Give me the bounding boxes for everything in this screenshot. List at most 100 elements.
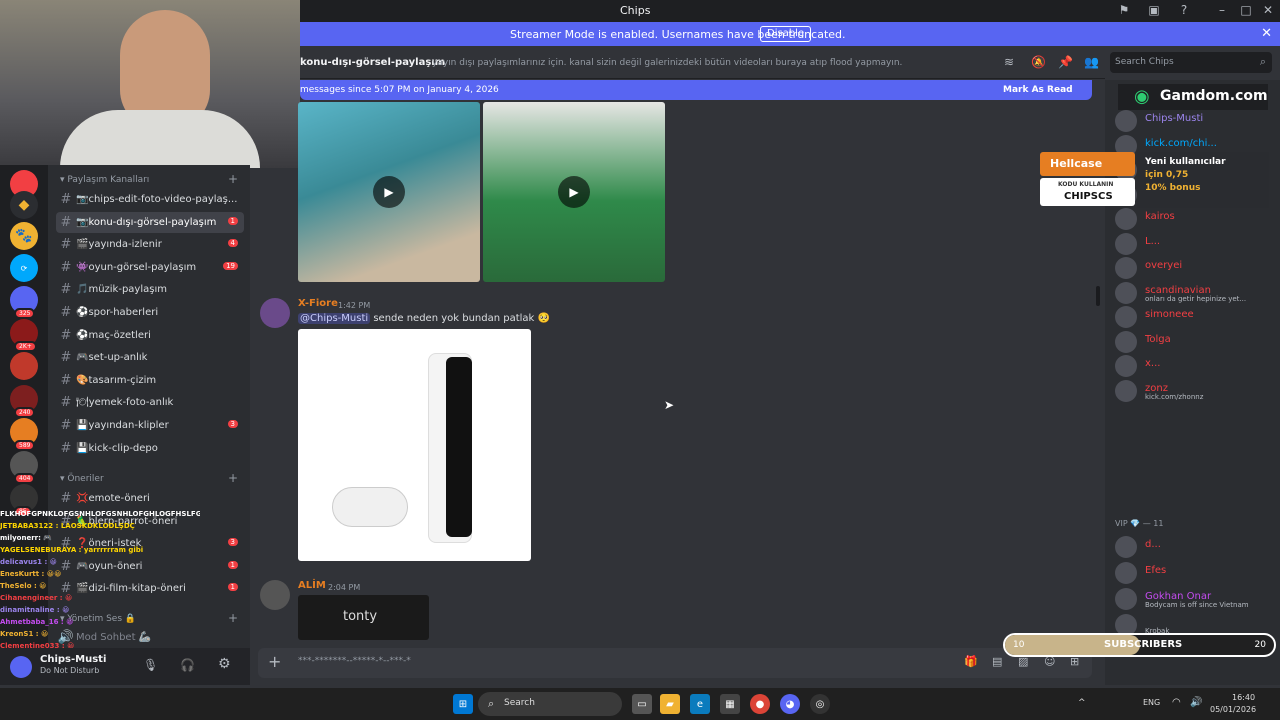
app-icon[interactable]: ◎ [810, 694, 830, 714]
chrome-icon[interactable]: ● [750, 694, 770, 714]
tray-chevron-icon[interactable]: ^ [1078, 698, 1086, 708]
server-icon[interactable]: 240 [10, 385, 38, 418]
headphones-icon[interactable]: 🎧 [180, 658, 195, 672]
search-input[interactable]: Search Chips ⌕ [1110, 52, 1272, 73]
add-channel-icon[interactable]: + [228, 611, 238, 625]
pin-icon[interactable]: 📌 [1058, 55, 1073, 69]
channel-item[interactable]: # 👾oyun-görsel-paylaşım 19 [56, 257, 244, 278]
message-input[interactable]: ***-*******--*****-*--***-* [298, 656, 411, 666]
hash-icon: # [60, 395, 72, 411]
screen-icon[interactable]: ▣ [1146, 3, 1162, 17]
add-channel-icon[interactable]: + [228, 172, 238, 186]
category-paylasim[interactable]: ▾ Paylaşım Kanalları [60, 175, 149, 185]
minimize-icon[interactable]: – [1214, 3, 1230, 17]
user-mention[interactable]: @Chips-Musti [298, 313, 371, 324]
hellcase-code-box: KODU KULLANIN CHIPSCS [1040, 178, 1135, 206]
channel-item[interactable]: # 💾yayından-klipler 3 [56, 415, 244, 436]
channel-item[interactable]: # 💢emote-öneri [56, 488, 244, 509]
server-icon[interactable]: ⟳ [10, 254, 38, 282]
clock-time[interactable]: 16:40 [1232, 693, 1255, 702]
edge-icon[interactable]: e [690, 694, 710, 714]
play-icon[interactable]: ▶ [558, 176, 590, 208]
server-icon[interactable]: 589 [10, 418, 38, 451]
scrollbar[interactable] [1096, 286, 1100, 306]
server-icon[interactable]: 🐾 [10, 222, 38, 250]
server-icon[interactable]: 325 [10, 286, 38, 319]
channel-item[interactable]: # ⚽maç-özetleri [56, 325, 244, 346]
volume-icon[interactable]: 🔊 [1190, 697, 1202, 708]
clock-date[interactable]: 05/01/2026 [1210, 705, 1256, 714]
unread-badge: 4 [227, 239, 238, 248]
gamdom-ad: ◉ Gamdom.com [1118, 84, 1268, 110]
maximize-icon[interactable]: □ [1238, 3, 1254, 17]
mic-icon[interactable]: 🎙 [143, 658, 158, 672]
member-item[interactable]: Efes [1115, 562, 1280, 586]
notifications-icon[interactable]: 🔕 [1031, 55, 1046, 69]
member-item[interactable]: Gokhan Onar Bodycam is off since Vietnam [1115, 588, 1280, 612]
member-item[interactable]: x... [1115, 355, 1280, 379]
language-indicator[interactable]: ENG [1143, 698, 1160, 707]
member-item[interactable]: kairos [1115, 208, 1280, 232]
disable-button[interactable]: Disable [760, 26, 812, 42]
overlay-chat-line: dinamitnaline : 😀 [0, 606, 70, 614]
server-icon[interactable]: ◆ [10, 191, 38, 219]
channel-item[interactable]: # 🎮set-up-anlık [56, 347, 244, 368]
member-item[interactable]: scandinavian onları da getir hepinize yet… [1115, 281, 1280, 306]
help-icon[interactable]: ? [1176, 3, 1192, 17]
server-icon[interactable] [10, 352, 38, 380]
avatar[interactable] [260, 580, 290, 610]
channel-label: 🎵müzik-paylaşım [76, 284, 167, 296]
banner-close-icon[interactable]: ✕ [1261, 26, 1272, 41]
video-attachment[interactable]: ▶ [298, 102, 480, 282]
channel-item[interactable]: # 🎨tasarım-çizim [56, 370, 244, 391]
message-composer[interactable]: + ***-*******--*****-*--***-* 🎁 ▤ ▨ ☺ ⊞ [258, 648, 1092, 678]
channel-item[interactable]: # 🎵müzik-paylaşım [56, 279, 244, 300]
video-attachment[interactable]: ▶ [483, 102, 665, 282]
hash-icon: # [60, 440, 72, 456]
store-icon[interactable]: ▦ [720, 694, 740, 714]
channel-item[interactable]: # 💾kick-clip-depo [56, 438, 244, 459]
wifi-icon[interactable]: ◠ [1172, 697, 1181, 708]
mark-as-read-button[interactable]: Mark As Read [1003, 85, 1073, 95]
avatar [1115, 588, 1137, 610]
windows-start-icon[interactable]: ⊞ [453, 694, 473, 714]
discord-icon[interactable]: ◕ [780, 694, 800, 714]
image-attachment[interactable]: tonty [298, 595, 429, 640]
channel-item[interactable]: # 📷konu-dışı-görsel-paylaşım 1 [56, 211, 244, 233]
server-icon[interactable]: 404 [10, 451, 38, 484]
message-author[interactable]: ALİM [298, 580, 326, 591]
play-icon[interactable]: ▶ [373, 176, 405, 208]
file-explorer-icon[interactable]: ▰ [660, 694, 680, 714]
close-window-icon[interactable]: ✕ [1260, 3, 1276, 17]
member-item[interactable]: simoneee [1115, 306, 1280, 330]
settings-gear-icon[interactable]: ⚙ [218, 656, 231, 672]
member-item[interactable]: Tolga [1115, 330, 1280, 355]
channel-item[interactable]: # 🎬yayında-izlenir 4 [56, 234, 244, 255]
gif-icon[interactable]: ▤ [992, 655, 1002, 668]
member-item[interactable]: zonz kick.com/zhonnz [1115, 379, 1280, 404]
channel-item[interactable]: # 📷chips-edit-foto-video-paylaş... [56, 189, 244, 210]
avatar[interactable] [10, 656, 32, 678]
member-item[interactable]: Chips-Musti [1115, 110, 1280, 134]
server-icon[interactable]: 2K+ [10, 319, 38, 352]
message-author[interactable]: X-Fiore [298, 298, 338, 309]
avatar[interactable] [260, 298, 290, 328]
server-icon[interactable]: 85 [10, 484, 38, 517]
category-oneriler[interactable]: ▾ Öneriler [60, 474, 104, 484]
member-item[interactable]: d... [1115, 536, 1280, 560]
threads-icon[interactable]: ≋ [1004, 55, 1014, 69]
member-item[interactable]: overyei [1115, 257, 1280, 281]
add-channel-icon[interactable]: + [228, 471, 238, 485]
unread-badge: 3 [227, 538, 238, 547]
add-attachment-icon[interactable]: + [268, 652, 281, 671]
taskbar-search[interactable]: ⌕ Search [478, 692, 622, 716]
inbox-icon[interactable]: ⚑ [1116, 3, 1132, 17]
members-icon[interactable]: 👥 [1084, 55, 1099, 69]
member-item[interactable]: L... [1115, 232, 1280, 257]
channel-item[interactable]: # ⚽spor-haberleri [56, 302, 244, 323]
user-panel: Chips-Musti Do Not Disturb 🎙 🎧 ⚙ [0, 648, 250, 685]
task-view-icon[interactable]: ▭ [632, 694, 652, 714]
image-attachment[interactable] [298, 329, 531, 561]
gift-icon[interactable]: 🎁 [964, 655, 978, 668]
channel-item[interactable]: # 🍽yemek-foto-anlık [56, 392, 244, 413]
